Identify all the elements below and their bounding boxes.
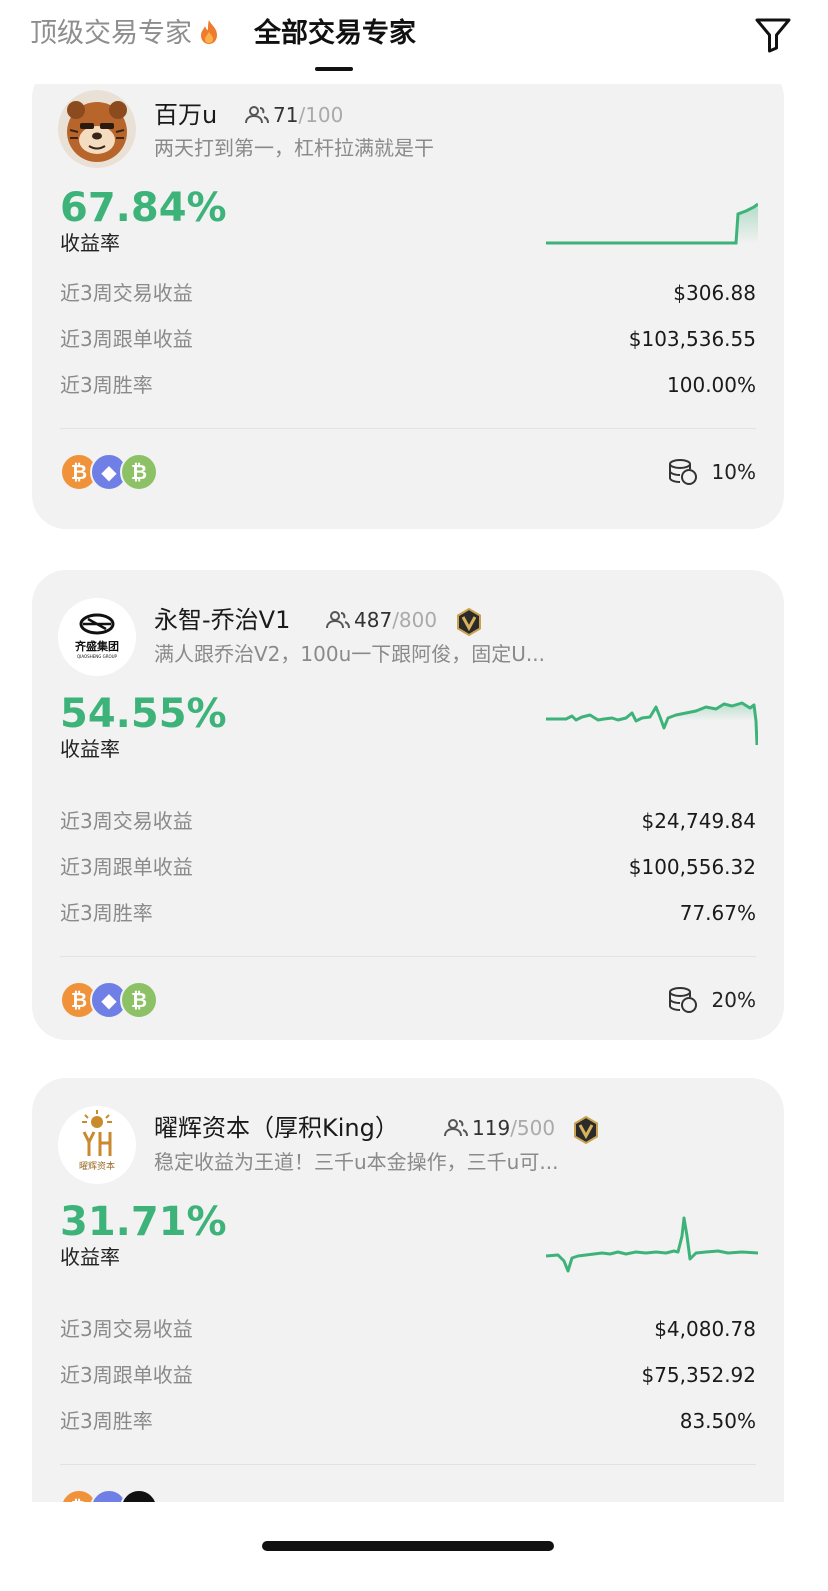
follower-current: 71 bbox=[273, 103, 299, 127]
trader-card[interactable]: 百万u 71/100 两天打到第一，杠杆拉满就是干 67.84% 收益率 近3周… bbox=[32, 84, 784, 529]
stat-value: $24,749.84 bbox=[641, 809, 756, 833]
filter-icon[interactable] bbox=[752, 14, 794, 56]
group-logo-avatar-image: 齐盛集团 QIAOSHENG GROUP bbox=[58, 598, 136, 676]
avatar-logo-text: 曜辉资本 bbox=[79, 1160, 115, 1172]
profit-share-value: 20% bbox=[711, 988, 756, 1012]
active-tab-indicator bbox=[315, 67, 353, 71]
avatar[interactable]: 齐盛集团 QIAOSHENG GROUP bbox=[58, 598, 136, 676]
trader-description: 满人跟乔治V2，100u一下跟阿俊，固定U... bbox=[154, 642, 545, 666]
trader-list[interactable]: 百万u 71/100 两天打到第一，杠杆拉满就是干 67.84% 收益率 近3周… bbox=[0, 84, 828, 1502]
stat-label: 近3周胜率 bbox=[60, 1409, 153, 1433]
roi-value: 67.84% bbox=[60, 185, 227, 231]
top-tab-bar: 顶级交易专家 全部交易专家 bbox=[0, 0, 828, 84]
roi-sparkline bbox=[546, 1216, 758, 1273]
verified-badge-icon bbox=[574, 1116, 598, 1144]
follower-capacity: /800 bbox=[392, 608, 438, 632]
stat-label: 近3周跟单收益 bbox=[60, 1363, 193, 1387]
people-icon bbox=[444, 1119, 468, 1137]
people-icon bbox=[245, 106, 269, 124]
avatar-logo-subtext: QIAOSHENG GROUP bbox=[77, 654, 118, 659]
stat-value: 83.50% bbox=[679, 1409, 756, 1433]
follower-count: 119/500 bbox=[444, 1111, 555, 1145]
bitcoin-cash-icon: ₿ bbox=[120, 453, 158, 491]
roi-value: 54.55% bbox=[60, 691, 227, 737]
stat-label: 近3周交易收益 bbox=[60, 281, 193, 305]
tab-top-traders[interactable]: 顶级交易专家 bbox=[30, 14, 220, 54]
tab-all-traders[interactable]: 全部交易专家 bbox=[254, 14, 416, 54]
stat-value: $306.88 bbox=[673, 281, 756, 305]
stat-label: 近3周跟单收益 bbox=[60, 327, 193, 351]
follower-capacity: /100 bbox=[298, 103, 344, 127]
bitcoin-cash-icon: ₿ bbox=[120, 981, 158, 1019]
follower-count: 487/800 bbox=[326, 603, 437, 637]
avatar-logo-text: 齐盛集团 bbox=[75, 639, 119, 653]
profit-share-value: 10% bbox=[711, 460, 756, 484]
roi-label: 收益率 bbox=[60, 231, 120, 255]
stat-label: 近3周交易收益 bbox=[60, 1317, 193, 1341]
coin-list: ₿ ◆ ◼ bbox=[60, 1489, 170, 1502]
stat-label: 近3周交易收益 bbox=[60, 809, 193, 833]
stat-value: $4,080.78 bbox=[654, 1317, 756, 1341]
divider bbox=[60, 1464, 756, 1465]
token-icon: ◼ bbox=[120, 1489, 158, 1502]
tiger-avatar-image bbox=[58, 90, 136, 168]
trader-name[interactable]: 永智-乔治V1 bbox=[154, 603, 290, 637]
trader-description: 两天打到第一，杠杆拉满就是干 bbox=[154, 136, 434, 160]
stat-value: $75,352.92 bbox=[641, 1363, 756, 1387]
stat-value: $100,556.32 bbox=[628, 855, 756, 879]
roi-value: 31.71% bbox=[60, 1199, 227, 1245]
stat-value: $103,536.55 bbox=[628, 327, 756, 351]
follower-current: 487 bbox=[354, 608, 393, 632]
tab-all-traders-label: 全部交易专家 bbox=[254, 18, 416, 49]
stat-label: 近3周胜率 bbox=[60, 901, 153, 925]
roi-sparkline bbox=[546, 701, 758, 746]
divider bbox=[60, 428, 756, 429]
roi-label: 收益率 bbox=[60, 737, 120, 761]
tab-top-traders-label: 顶级交易专家 bbox=[30, 18, 192, 49]
coin-stack-icon bbox=[668, 987, 697, 1013]
trader-name[interactable]: 曜辉资本（厚积King） bbox=[154, 1111, 399, 1145]
stat-value: 77.67% bbox=[679, 901, 756, 925]
trader-description: 稳定收益为王道！三千u本金操作，三千u可... bbox=[154, 1150, 559, 1174]
stat-label: 近3周跟单收益 bbox=[60, 855, 193, 879]
trader-card[interactable]: 曜辉资本 曜辉资本（厚积King） 119/500 稳定收益为王道！三千u本金操… bbox=[32, 1078, 784, 1502]
stat-label: 近3周胜率 bbox=[60, 373, 153, 397]
follower-capacity: /500 bbox=[510, 1116, 556, 1140]
sun-logo-avatar-image: 曜辉资本 bbox=[58, 1106, 136, 1184]
trader-name[interactable]: 百万u bbox=[154, 98, 217, 132]
roi-sparkline bbox=[546, 202, 758, 245]
coin-list: ₿ ◆ ₿ bbox=[60, 453, 170, 493]
follower-count: 71/100 bbox=[245, 98, 343, 132]
coin-list: ₿ ◆ ₿ bbox=[60, 981, 170, 1021]
profit-share: 10% bbox=[668, 452, 756, 492]
people-icon bbox=[326, 611, 350, 629]
stat-value: 100.00% bbox=[667, 373, 756, 397]
avatar[interactable]: 曜辉资本 bbox=[58, 1106, 136, 1184]
coin-stack-icon bbox=[668, 459, 697, 485]
trader-card[interactable]: 齐盛集团 QIAOSHENG GROUP 永智-乔治V1 487/800 满人跟… bbox=[32, 570, 784, 1040]
profit-share: 20% bbox=[668, 980, 756, 1020]
verified-badge-icon bbox=[457, 608, 481, 636]
divider bbox=[60, 956, 756, 957]
fire-icon bbox=[201, 20, 217, 44]
avatar[interactable] bbox=[58, 90, 136, 168]
home-indicator[interactable] bbox=[262, 1541, 554, 1551]
follower-current: 119 bbox=[472, 1116, 511, 1140]
roi-label: 收益率 bbox=[60, 1245, 120, 1269]
